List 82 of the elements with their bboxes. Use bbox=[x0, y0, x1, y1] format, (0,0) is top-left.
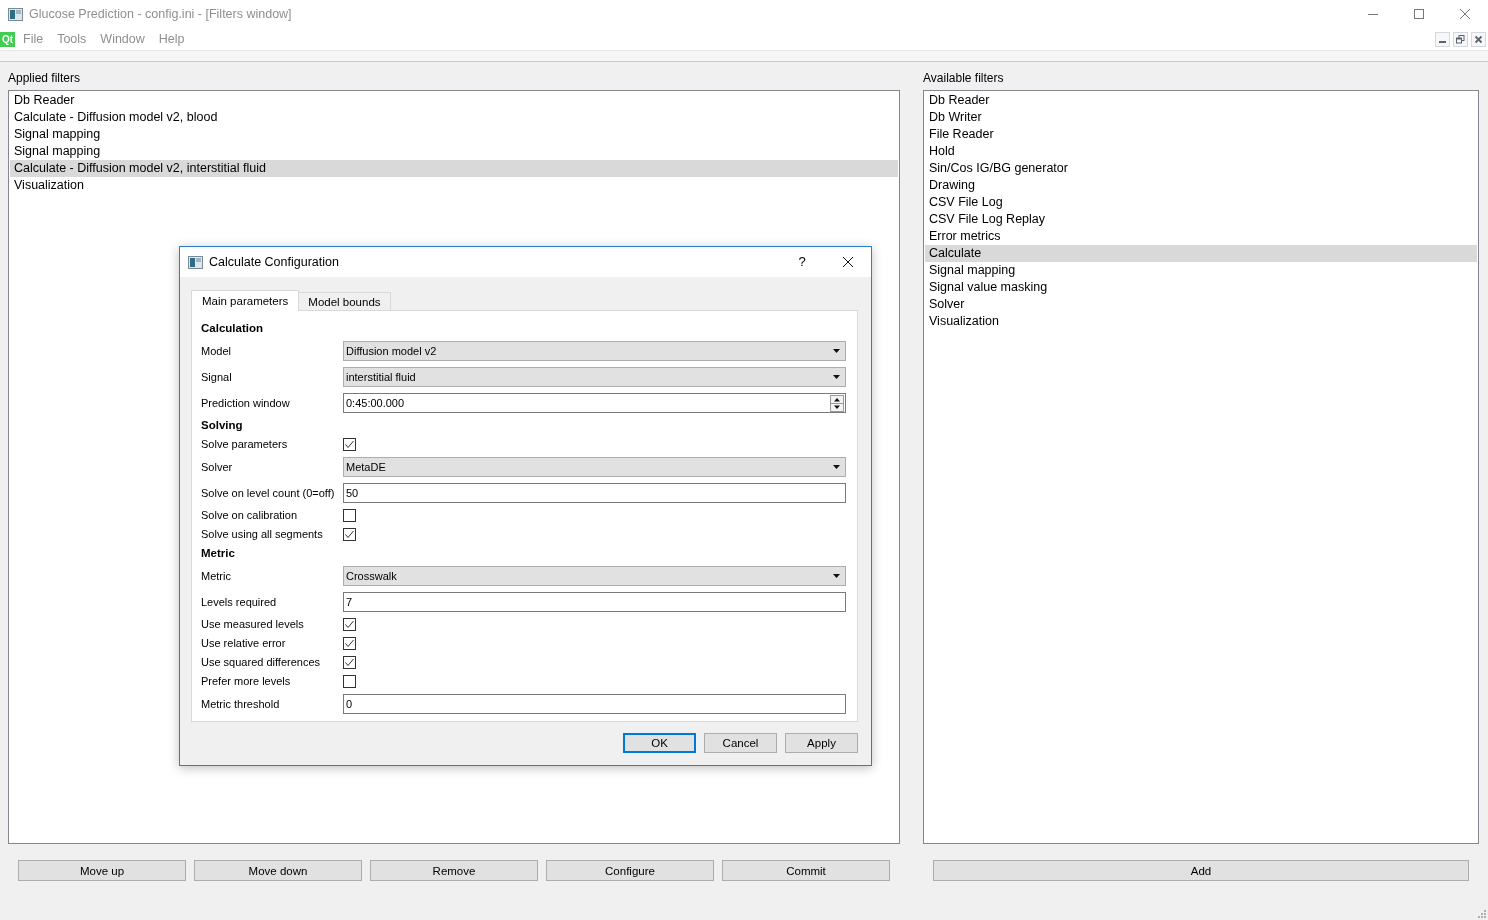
field-label: Signal bbox=[201, 370, 233, 384]
dropdown[interactable]: Crosswalk bbox=[343, 566, 846, 586]
push-button[interactable]: Remove bbox=[370, 860, 538, 881]
window-icon bbox=[188, 255, 203, 269]
spin-box[interactable]: 0:45:00.000 bbox=[343, 393, 846, 413]
tab[interactable]: Model bounds bbox=[298, 292, 391, 310]
dialog-title: Calculate Configuration bbox=[209, 255, 339, 269]
checkbox[interactable] bbox=[343, 438, 356, 451]
list-item[interactable]: Hold bbox=[925, 143, 1477, 160]
window-title: Glucose Prediction - config.ini - [Filters window] bbox=[29, 7, 292, 21]
push-button[interactable]: Cancel bbox=[704, 733, 777, 753]
list-item[interactable]: CSV File Log Replay bbox=[925, 211, 1477, 228]
text-field[interactable]: 0 bbox=[343, 694, 846, 714]
list-item[interactable]: Drawing bbox=[925, 177, 1477, 194]
field-label: Solve parameters bbox=[201, 438, 289, 451]
field-label: Use relative error bbox=[201, 637, 287, 650]
list-item[interactable]: CSV File Log bbox=[925, 194, 1477, 211]
window-icon bbox=[8, 7, 23, 21]
push-button[interactable]: Move down bbox=[194, 860, 362, 881]
list-item[interactable]: Signal mapping bbox=[10, 143, 898, 160]
push-button[interactable]: Add bbox=[933, 860, 1469, 881]
field-label: Solve using all segments bbox=[201, 528, 324, 541]
push-button[interactable]: Apply bbox=[785, 733, 858, 753]
caret-icon bbox=[833, 574, 840, 578]
list-item[interactable]: Db Reader bbox=[925, 92, 1477, 109]
spin-arrows-icon[interactable] bbox=[830, 394, 844, 412]
push-button[interactable]: Commit bbox=[722, 860, 890, 881]
section-heading: Solving bbox=[201, 419, 243, 432]
list-item[interactable]: Db Writer bbox=[925, 109, 1477, 126]
checkbox[interactable] bbox=[343, 656, 356, 669]
checkbox[interactable] bbox=[343, 637, 356, 650]
field-label: Solve on calibration bbox=[201, 509, 298, 522]
list-item[interactable]: File Reader bbox=[925, 126, 1477, 143]
field-label: Metric threshold bbox=[201, 697, 281, 711]
close-icon[interactable] bbox=[843, 257, 853, 267]
field-label: Metric bbox=[201, 569, 232, 583]
list-item[interactable]: Solver bbox=[925, 296, 1477, 313]
app-logo: Qt bbox=[0, 31, 15, 47]
field-label: Levels required bbox=[201, 595, 278, 609]
caret-icon bbox=[833, 465, 840, 469]
push-button[interactable]: Configure bbox=[546, 860, 714, 881]
dropdown[interactable]: MetaDE bbox=[343, 457, 846, 477]
section-heading: Metric bbox=[201, 547, 235, 560]
section-label: Available filters bbox=[923, 71, 1004, 85]
section-heading: Calculation bbox=[201, 322, 263, 335]
push-button[interactable]: Move up bbox=[18, 860, 186, 881]
checkbox[interactable] bbox=[343, 618, 356, 631]
checkbox[interactable] bbox=[343, 509, 356, 522]
restore-icon[interactable] bbox=[1453, 31, 1468, 47]
field-label: Prediction window bbox=[201, 396, 291, 410]
field-label: Use measured levels bbox=[201, 618, 305, 631]
list-item[interactable]: Signal mapping bbox=[925, 262, 1477, 279]
maximize-icon[interactable] bbox=[1414, 9, 1424, 19]
list-item[interactable]: Calculate - Diffusion model v2, interstitial fluid bbox=[10, 160, 898, 177]
list-item[interactable]: Signal mapping bbox=[10, 126, 898, 143]
list-item[interactable]: Db Reader bbox=[10, 92, 898, 109]
list-item[interactable]: Visualization bbox=[10, 177, 898, 194]
list-item[interactable]: Calculate - Diffusion model v2, blood bbox=[10, 109, 898, 126]
list-item[interactable]: Sin/Cos IG/BG generator bbox=[925, 160, 1477, 177]
caret-icon bbox=[833, 349, 840, 353]
help-button[interactable]: ? bbox=[796, 254, 808, 270]
tab[interactable]: Main parameters bbox=[191, 290, 300, 311]
field-label: Solver bbox=[201, 460, 234, 474]
list-item[interactable]: Signal value masking bbox=[925, 279, 1477, 296]
list-item[interactable]: Visualization bbox=[925, 313, 1477, 330]
dropdown[interactable]: Diffusion model v2 bbox=[343, 341, 846, 361]
field-label: Solve on level count (0=off) bbox=[201, 486, 336, 500]
checkbox[interactable] bbox=[343, 675, 356, 688]
caret-icon bbox=[833, 375, 840, 379]
text-field[interactable]: 50 bbox=[343, 483, 846, 503]
section-label: Applied filters bbox=[8, 71, 81, 85]
list-item[interactable]: Calculate bbox=[925, 245, 1477, 262]
text-field[interactable]: 7 bbox=[343, 592, 846, 612]
size-grip-icon[interactable] bbox=[1477, 909, 1486, 918]
checkbox[interactable] bbox=[343, 528, 356, 541]
field-label: Use squared differences bbox=[201, 656, 322, 669]
dropdown[interactable]: interstitial fluid bbox=[343, 367, 846, 387]
list-item[interactable]: Error metrics bbox=[925, 228, 1477, 245]
field-label: Prefer more levels bbox=[201, 675, 292, 688]
minimize-icon[interactable] bbox=[1368, 13, 1378, 15]
push-button[interactable]: OK bbox=[623, 733, 696, 753]
field-label: Model bbox=[201, 344, 232, 358]
